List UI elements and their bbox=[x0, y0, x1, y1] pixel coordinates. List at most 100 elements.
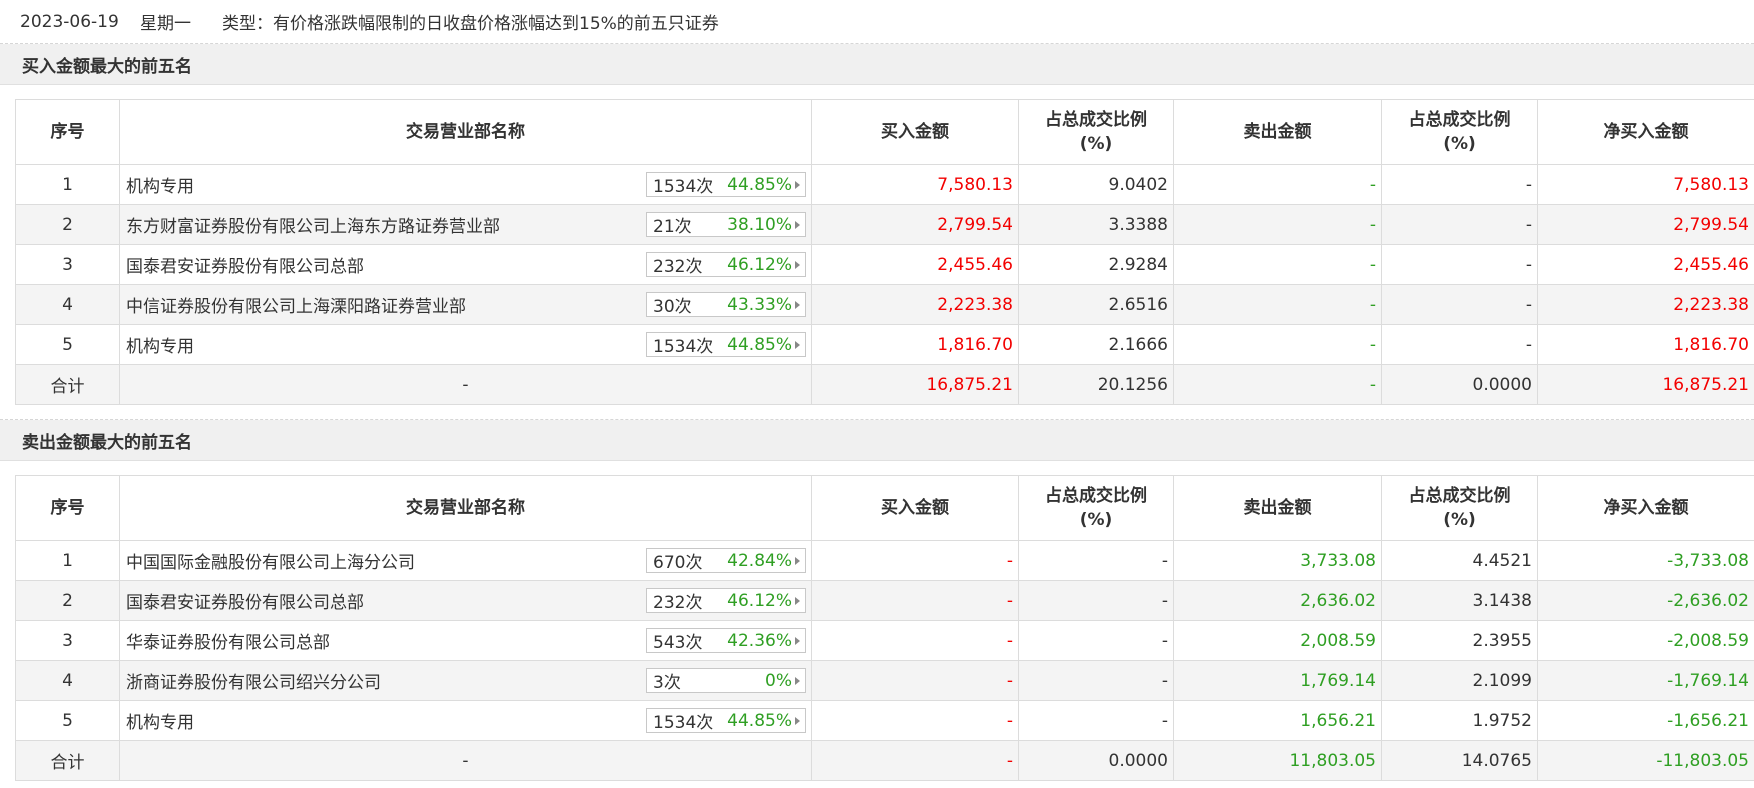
col-sell-ratio-line1: 占总成交比例 bbox=[1408, 110, 1511, 130]
net-buy-amount: 2,455.46 bbox=[1537, 244, 1754, 285]
arrow-right-icon bbox=[795, 636, 800, 645]
col-branch-name: 交易营业部名称 bbox=[119, 99, 812, 165]
branch-name[interactable]: 中信证券股份有限公司上海溧阳路证券营业部 bbox=[126, 297, 466, 317]
win-rate: 42.36% bbox=[727, 630, 792, 651]
row-seq: 2 bbox=[15, 204, 120, 245]
branch-stat-badge[interactable]: 232次 46.12% bbox=[646, 252, 806, 277]
top-sellers-section-title: 卖出金额最大的前五名 bbox=[0, 420, 1754, 461]
branch-stat-badge[interactable]: 21次 38.10% bbox=[646, 212, 806, 237]
appearance-count: 3次 bbox=[653, 673, 681, 693]
branch-name-cell: 机构专用 1534次 44.85% bbox=[119, 164, 812, 205]
sell-amount: 2,636.02 bbox=[1173, 580, 1382, 621]
total-sell: 11,803.05 bbox=[1173, 740, 1382, 781]
arrow-right-icon bbox=[795, 676, 800, 685]
arrow-right-icon bbox=[795, 340, 800, 349]
weekday: 星期一 bbox=[140, 14, 191, 34]
buy-ratio: - bbox=[1018, 540, 1174, 581]
col-buy-ratio-line1: 占总成交比例 bbox=[1045, 486, 1147, 506]
branch-name[interactable]: 机构专用 bbox=[126, 177, 194, 197]
sell-ratio: - bbox=[1381, 244, 1538, 285]
col-buy-amount: 买入金额 bbox=[811, 99, 1019, 165]
branch-stat-badge[interactable]: 1534次 44.85% bbox=[646, 708, 806, 733]
buy-ratio: - bbox=[1018, 700, 1174, 741]
branch-name-cell: 中国国际金融股份有限公司上海分公司 670次 42.84% bbox=[119, 540, 812, 581]
top-buyers-table: 序号 交易营业部名称 买入金额 占总成交比例 (%) 卖出金额 占总成交比例 (%) 净买入金额… bbox=[15, 99, 1754, 405]
sell-ratio: 2.3955 bbox=[1381, 620, 1538, 661]
total-sell: - bbox=[1173, 364, 1382, 405]
table-row[interactable]: 5 机构专用 1534次 44.85% - -1,656.21 1.9752 -1,656.2… bbox=[15, 700, 1754, 741]
sell-ratio: 1.9752 bbox=[1381, 700, 1538, 741]
col-buy-ratio-line2: (%) bbox=[1079, 510, 1113, 530]
branch-stat-badge[interactable]: 3次 0% bbox=[646, 668, 806, 693]
sell-ratio: - bbox=[1381, 284, 1538, 325]
top-buyers-section: 买入金额最大的前五名 序号 交易营业部名称 买入金额 占总成交比例 (%) 卖出金额 占总成交… bbox=[0, 44, 1754, 420]
win-rate: 42.84% bbox=[727, 550, 792, 571]
buy-ratio: 3.3388 bbox=[1018, 204, 1174, 245]
top-sellers-section: 卖出金额最大的前五名 序号 交易营业部名称 买入金额 占总成交比例 (%) 卖出金额 占总成交… bbox=[0, 420, 1754, 781]
table-row[interactable]: 2 国泰君安证券股份有限公司总部 232次 46.12% - -2,636.02 3.143… bbox=[15, 580, 1754, 621]
appearance-count: 30次 bbox=[653, 297, 692, 317]
arrow-right-icon bbox=[795, 220, 800, 229]
table-row[interactable]: 5 机构专用 1534次 44.85% 1,816.70 2.1666- -1,816.70 bbox=[15, 324, 1754, 365]
col-sell-ratio-line2: (%) bbox=[1443, 134, 1476, 154]
col-buy-ratio: 占总成交比例 (%) bbox=[1018, 475, 1174, 541]
buy-amount: 7,580.13 bbox=[811, 164, 1019, 205]
net-buy-amount: 2,799.54 bbox=[1537, 204, 1754, 245]
trade-date: 2023-06-19 bbox=[20, 11, 119, 32]
appearance-count: 1534次 bbox=[653, 713, 714, 733]
buy-ratio: - bbox=[1018, 580, 1174, 621]
total-label: 合计 bbox=[15, 364, 120, 405]
branch-stat-badge[interactable]: 670次 42.84% bbox=[646, 548, 806, 573]
table-row[interactable]: 1 机构专用 1534次 44.85% 7,580.13 9.0402- -7,580.13 bbox=[15, 164, 1754, 205]
table-row[interactable]: 4 中信证券股份有限公司上海溧阳路证券营业部 30次 43.33% 2,223.38 2.… bbox=[15, 284, 1754, 325]
branch-name[interactable]: 中国国际金融股份有限公司上海分公司 bbox=[126, 553, 415, 573]
table-row[interactable]: 3 国泰君安证券股份有限公司总部 232次 46.12% 2,455.46 2.9284-… bbox=[15, 244, 1754, 285]
type-description: 类型：有价格涨跌幅限制的日收盘价格涨幅达到15%的前五只证券 bbox=[222, 14, 719, 34]
branch-name[interactable]: 机构专用 bbox=[126, 713, 194, 733]
buy-ratio: 2.6516 bbox=[1018, 284, 1174, 325]
branch-name[interactable]: 国泰君安证券股份有限公司总部 bbox=[126, 257, 364, 277]
branch-name-cell: 机构专用 1534次 44.85% bbox=[119, 324, 812, 365]
table-row[interactable]: 3 华泰证券股份有限公司总部 543次 42.36% - -2,008.59 2.3955-… bbox=[15, 620, 1754, 661]
branch-name[interactable]: 浙商证券股份有限公司绍兴分公司 bbox=[126, 673, 381, 693]
row-seq: 3 bbox=[15, 244, 120, 285]
net-buy-amount: -2,008.59 bbox=[1537, 620, 1754, 661]
branch-name[interactable]: 机构专用 bbox=[126, 337, 194, 357]
arrow-right-icon bbox=[795, 596, 800, 605]
col-sell-amount: 卖出金额 bbox=[1173, 99, 1382, 165]
buy-amount: - bbox=[811, 620, 1019, 661]
table-row[interactable]: 1 中国国际金融股份有限公司上海分公司 670次 42.84% - -3,733.08 4.… bbox=[15, 540, 1754, 581]
arrow-right-icon bbox=[795, 180, 800, 189]
sell-ratio: 2.1099 bbox=[1381, 660, 1538, 701]
col-seq: 序号 bbox=[15, 475, 120, 541]
branch-stat-badge[interactable]: 543次 42.36% bbox=[646, 628, 806, 653]
table-row[interactable]: 2 东方财富证券股份有限公司上海东方路证券营业部 21次 38.10% 2,799.54… bbox=[15, 204, 1754, 245]
row-seq: 5 bbox=[15, 700, 120, 741]
net-buy-amount: -3,733.08 bbox=[1537, 540, 1754, 581]
total-row: 合计 - -0.0000 11,803.05 14.0765 -11,803.05 bbox=[15, 740, 1754, 781]
sell-amount: - bbox=[1173, 284, 1382, 325]
branch-name[interactable]: 东方财富证券股份有限公司上海东方路证券营业部 bbox=[126, 217, 500, 237]
branch-name[interactable]: 华泰证券股份有限公司总部 bbox=[126, 633, 330, 653]
row-seq: 5 bbox=[15, 324, 120, 365]
branch-stat-badge[interactable]: 1534次 44.85% bbox=[646, 332, 806, 357]
branch-stat-badge[interactable]: 232次 46.12% bbox=[646, 588, 806, 613]
total-sell-ratio: 14.0765 bbox=[1381, 740, 1538, 781]
sell-ratio: - bbox=[1381, 324, 1538, 365]
buy-amount: 2,223.38 bbox=[811, 284, 1019, 325]
arrow-right-icon bbox=[795, 716, 800, 725]
branch-stat-badge[interactable]: 30次 43.33% bbox=[646, 292, 806, 317]
col-sell-ratio: 占总成交比例 (%) bbox=[1381, 99, 1538, 165]
buy-ratio: 2.1666 bbox=[1018, 324, 1174, 365]
win-rate: 46.12% bbox=[727, 590, 792, 611]
total-name: - bbox=[119, 364, 812, 405]
table-header-row: 序号 交易营业部名称 买入金额 占总成交比例 (%) 卖出金额 占总成交比例 (%) 净买入金额 bbox=[15, 99, 1754, 165]
branch-stat-badge[interactable]: 1534次 44.85% bbox=[646, 172, 806, 197]
sell-ratio: - bbox=[1381, 164, 1538, 205]
col-sell-ratio-line2: (%) bbox=[1443, 510, 1476, 530]
appearance-count: 232次 bbox=[653, 257, 703, 277]
total-buy: - bbox=[811, 740, 1019, 781]
arrow-right-icon bbox=[795, 260, 800, 269]
branch-name[interactable]: 国泰君安证券股份有限公司总部 bbox=[126, 593, 364, 613]
table-row[interactable]: 4 浙商证券股份有限公司绍兴分公司 3次 0% - -1,769.14 2.1099 -1,7… bbox=[15, 660, 1754, 701]
